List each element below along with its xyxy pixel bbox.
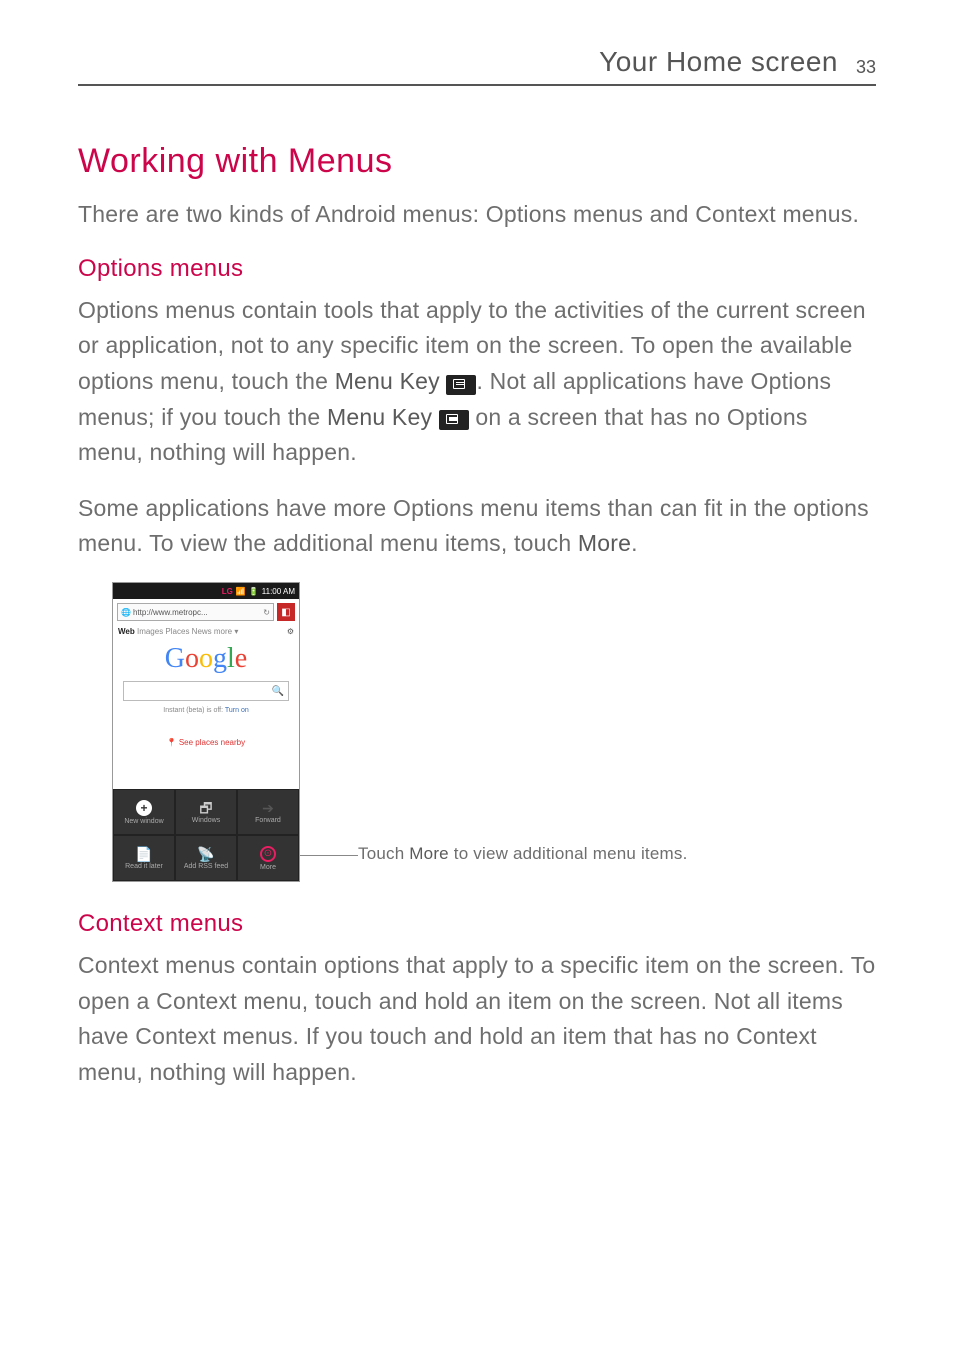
menu-key-label: Menu Key (335, 368, 440, 394)
menu-key-icon (439, 410, 469, 430)
battery-icon: 🔋 (249, 587, 259, 596)
google-logo: Google (113, 639, 299, 681)
rss-icon: 📡 (197, 847, 214, 861)
text: Instant (beta) is off: (163, 707, 225, 714)
menu-label: More (260, 864, 276, 871)
windows-icon: 🗗 (199, 801, 212, 815)
context-paragraph: Context menus contain options that apply… (78, 948, 876, 1091)
options-paragraph-2: Some applications have more Options menu… (78, 491, 876, 562)
menu-forward[interactable]: ➔ Forward (237, 789, 299, 835)
nav-web[interactable]: Web (118, 627, 135, 636)
plus-icon: + (136, 800, 152, 816)
heading-options-menus: Options menus (78, 255, 876, 283)
options-paragraph-1: Options menus contain tools that apply t… (78, 293, 876, 471)
menu-key-icon (446, 375, 476, 395)
globe-icon: 🌐 (121, 608, 131, 617)
callout-leader-line (298, 855, 358, 856)
search-icon: 🔍 (272, 686, 284, 697)
text: Touch (358, 844, 409, 863)
signal-icon: 📶 (236, 587, 246, 596)
page-header: Your Home screen 33 (78, 46, 876, 86)
read-later-icon: 📄 (135, 847, 152, 861)
status-time: 11:00 AM (262, 587, 295, 596)
menu-read-later[interactable]: 📄 Read it later (113, 835, 175, 881)
forward-icon: ➔ (262, 801, 274, 815)
instant-turn-on-link[interactable]: Turn on (225, 707, 249, 714)
text (440, 368, 447, 394)
callout-text: Touch More to view additional menu items… (358, 844, 688, 864)
more-label: More (409, 844, 449, 863)
gear-icon[interactable]: ⚙ (287, 627, 294, 636)
url-text: http://www.metropc... (133, 608, 263, 617)
status-carrier: LG (222, 587, 233, 596)
places-link[interactable]: See places nearby (113, 738, 299, 747)
menu-label: Forward (255, 817, 281, 824)
search-input[interactable]: 🔍 (123, 681, 289, 701)
more-icon: ⊙ (260, 846, 276, 862)
figure-row: LG 📶 🔋 11:00 AM 🌐 http://www.metropc... … (112, 582, 876, 882)
more-label: More (578, 530, 631, 556)
instant-text: Instant (beta) is off: Turn on (113, 707, 299, 714)
phone-screenshot: LG 📶 🔋 11:00 AM 🌐 http://www.metropc... … (112, 582, 300, 882)
options-menu-grid: + New window 🗗 Windows ➔ Forward 📄 Read … (113, 789, 299, 881)
menu-label: Windows (192, 817, 220, 824)
heading-working-with-menus: Working with Menus (78, 142, 876, 181)
text: . (631, 530, 638, 556)
intro-paragraph: There are two kinds of Android menus: Op… (78, 197, 876, 233)
menu-label: Read it later (125, 863, 163, 870)
bookmark-button[interactable]: ◧ (277, 603, 295, 621)
menu-add-rss[interactable]: 📡 Add RSS feed (175, 835, 237, 881)
menu-label: Add RSS feed (184, 863, 228, 870)
header-page-number: 33 (856, 57, 876, 78)
menu-key-label: Menu Key (327, 404, 432, 430)
text (432, 404, 439, 430)
header-section: Your Home screen (599, 46, 838, 78)
text: to view additional menu items. (449, 844, 688, 863)
heading-context-menus: Context menus (78, 910, 876, 938)
nav-rest[interactable]: Images Places News more ▾ (135, 627, 239, 636)
refresh-icon[interactable]: ↻ (263, 608, 270, 617)
text: Some applications have more Options menu… (78, 495, 869, 557)
page: Your Home screen 33 Working with Menus T… (0, 0, 954, 1091)
menu-new-window[interactable]: + New window (113, 789, 175, 835)
menu-windows[interactable]: 🗗 Windows (175, 789, 237, 835)
menu-label: New window (124, 818, 163, 825)
status-bar: LG 📶 🔋 11:00 AM (113, 583, 299, 599)
google-nav-links: Web Images Places News more ▾ ⚙ (113, 625, 299, 639)
url-bar-row: 🌐 http://www.metropc... ↻ ◧ (113, 599, 299, 625)
url-input[interactable]: 🌐 http://www.metropc... ↻ (117, 603, 274, 621)
menu-more[interactable]: ⊙ More (237, 835, 299, 881)
